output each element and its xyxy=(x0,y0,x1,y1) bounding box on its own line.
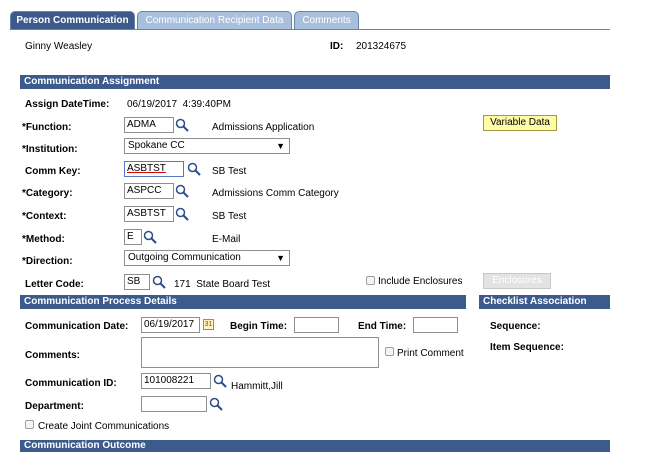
category-lookup-icon[interactable] xyxy=(175,184,189,198)
print-comment-checkbox[interactable] xyxy=(385,347,394,356)
letter-code-label: Letter Code: xyxy=(25,279,84,290)
function-input[interactable]: ADMA xyxy=(124,117,174,133)
include-enclosures-checkbox[interactable] xyxy=(366,276,375,285)
institution-select[interactable]: Spokane CC ▼ xyxy=(124,138,290,154)
tab-person-communication[interactable]: Person Communication xyxy=(10,11,135,30)
method-lookup-icon[interactable] xyxy=(143,230,157,244)
letter-code-description: 171 State Board Test xyxy=(174,279,270,290)
comments-label: Comments: xyxy=(25,350,81,361)
include-enclosures-label: Include Enclosures xyxy=(378,276,463,287)
method-description: E-Mail xyxy=(212,234,241,245)
section-checklist-association: Checklist Association xyxy=(479,295,610,309)
person-name: Ginny Weasley xyxy=(25,41,93,52)
tab-underline xyxy=(10,29,610,30)
comm-key-label: Comm Key: xyxy=(25,166,81,177)
section-communication-process-details: Communication Process Details xyxy=(20,295,466,309)
context-input[interactable]: ASBTST xyxy=(124,206,174,222)
function-lookup-icon[interactable] xyxy=(175,118,189,132)
function-description: Admissions Application xyxy=(212,122,315,133)
tab-communication-recipient-data[interactable]: Communication Recipient Data xyxy=(137,11,292,30)
direction-select[interactable]: Outgoing Communication ▼ xyxy=(124,250,290,266)
institution-label: *Institution: xyxy=(22,144,78,155)
function-label: *Function: xyxy=(22,122,72,133)
enclosures-button[interactable]: Enclosures xyxy=(483,273,551,289)
category-label: *Category: xyxy=(22,188,73,199)
department-input[interactable] xyxy=(141,396,207,412)
assign-datetime-label: Assign DateTime: xyxy=(25,99,110,110)
chevron-down-icon: ▼ xyxy=(276,141,285,151)
tab-comments[interactable]: Comments xyxy=(294,11,359,30)
create-joint-communications-checkbox[interactable] xyxy=(25,420,34,429)
sequence-label: Sequence: xyxy=(490,321,541,332)
department-label: Department: xyxy=(25,401,84,412)
chevron-down-icon: ▼ xyxy=(276,253,285,263)
end-time-label: End Time: xyxy=(358,321,407,332)
end-time-input[interactable] xyxy=(413,317,458,333)
calendar-icon[interactable]: 31 xyxy=(203,319,214,330)
id-value: 201324675 xyxy=(356,41,407,52)
category-description: Admissions Comm Category xyxy=(212,188,339,199)
letter-code-lookup-icon[interactable] xyxy=(152,275,166,289)
communication-id-lookup-icon[interactable] xyxy=(213,374,227,388)
communication-date-input[interactable]: 06/19/2017 xyxy=(141,317,200,333)
comm-key-input[interactable]: ASBTST xyxy=(124,161,184,177)
create-joint-communications-label: Create Joint Communications xyxy=(38,421,170,432)
comments-textarea[interactable] xyxy=(141,337,379,368)
direction-selected: Outgoing Communication xyxy=(128,252,241,263)
department-lookup-icon[interactable] xyxy=(209,397,223,411)
context-lookup-icon[interactable] xyxy=(175,207,189,221)
section-communication-assignment: Communication Assignment xyxy=(20,75,610,89)
method-label: *Method: xyxy=(22,234,65,245)
assign-datetime-value: 06/19/2017 4:39:40PM xyxy=(127,99,231,110)
category-input[interactable]: ASPCC xyxy=(124,183,174,199)
communication-date-label: Communication Date: xyxy=(25,321,129,332)
id-label: ID: xyxy=(330,41,344,52)
context-label: *Context: xyxy=(22,211,67,222)
communication-id-name: Hammitt,Jill xyxy=(231,381,283,392)
direction-label: *Direction: xyxy=(22,256,73,267)
begin-time-input[interactable] xyxy=(294,317,339,333)
comm-key-lookup-icon[interactable] xyxy=(187,162,201,176)
letter-code-input[interactable]: SB xyxy=(124,274,150,290)
item-sequence-label: Item Sequence: xyxy=(490,342,564,353)
comm-key-description: SB Test xyxy=(212,166,247,177)
context-description: SB Test xyxy=(212,211,247,222)
method-input[interactable]: E xyxy=(124,229,142,245)
institution-selected: Spokane CC xyxy=(128,140,185,151)
communication-id-label: Communication ID: xyxy=(25,378,117,389)
section-communication-outcome: Communication Outcome xyxy=(20,440,610,452)
begin-time-label: Begin Time: xyxy=(230,321,288,332)
communication-id-input[interactable]: 101008221 xyxy=(141,373,211,389)
print-comment-label: Print Comment xyxy=(397,348,464,359)
variable-data-button[interactable]: Variable Data xyxy=(483,115,557,131)
